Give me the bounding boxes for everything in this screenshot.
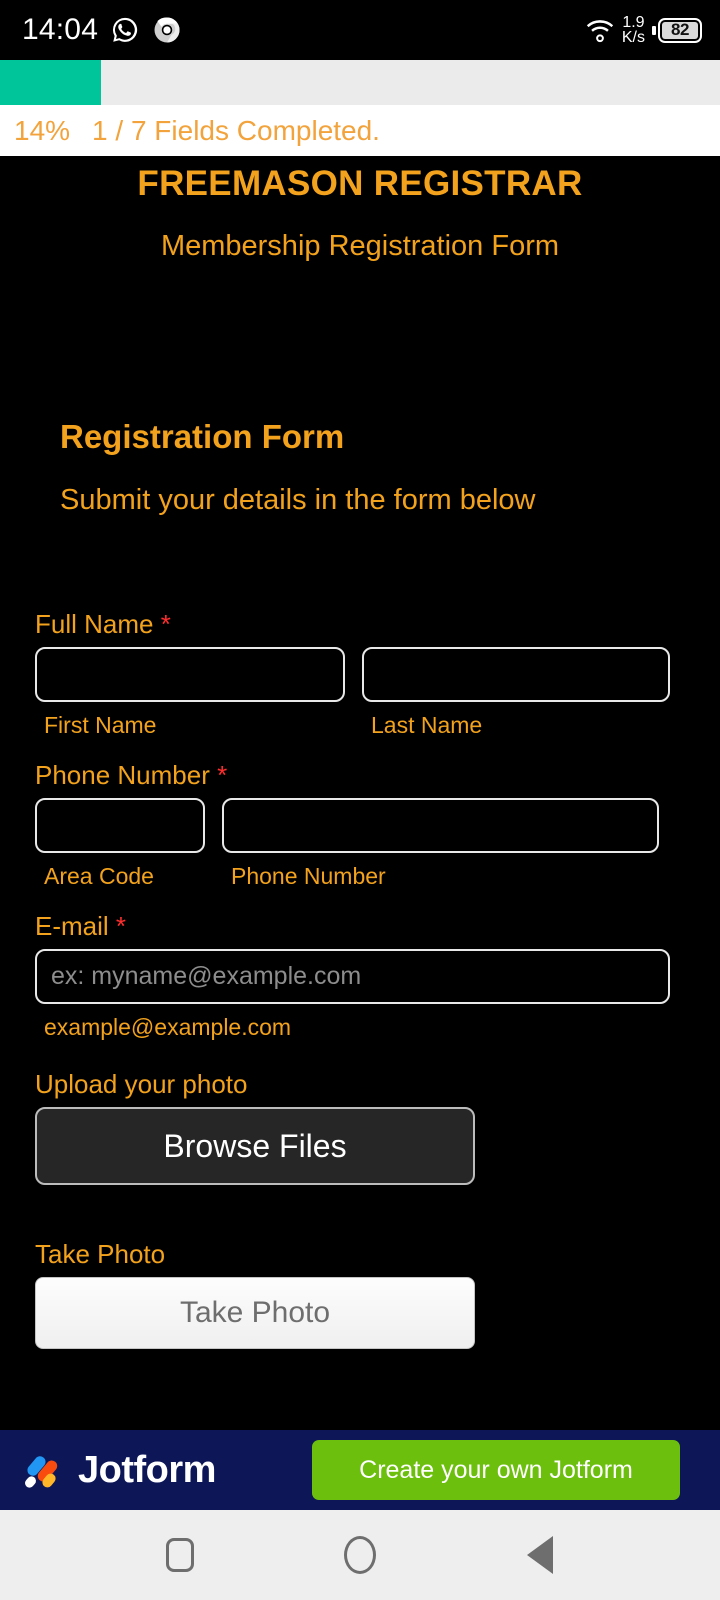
last-name-col: Last Name (362, 647, 670, 739)
phone-number-label: Phone Number * (35, 760, 685, 791)
area-code-col: Area Code (35, 798, 205, 890)
progress-fields-completed: 1 / 7 Fields Completed. (92, 114, 380, 146)
take-photo-button[interactable]: Take Photo (35, 1277, 475, 1349)
org-title: FREEMASON REGISTRAR (137, 164, 583, 203)
field-email: E-mail * example@example.com (35, 911, 685, 1041)
upload-photo-label: Upload your photo (35, 1069, 248, 1099)
progress-text-row: 14% 1 / 7 Fields Completed. (0, 105, 720, 156)
android-nav-bar (0, 1510, 720, 1600)
battery-body: 82 (658, 17, 702, 43)
phone-number-input[interactable] (222, 798, 659, 853)
phone-number-sublabel: Phone Number (231, 863, 386, 889)
network-speed: 1.9 K/s (621, 14, 645, 46)
jotform-footer: Jotform Create your own Jotform (0, 1430, 720, 1510)
email-col: example@example.com (35, 949, 670, 1041)
email-input[interactable] (35, 949, 670, 1004)
field-full-name: Full Name * First Name Last Name (35, 609, 685, 739)
required-asterisk: * (217, 760, 228, 790)
network-speed-value: 1.9 (622, 14, 645, 31)
back-triangle-icon[interactable] (510, 1525, 570, 1585)
area-code-sublabel: Area Code (44, 863, 154, 889)
network-speed-unit: K/s (621, 29, 645, 46)
jotform-brand[interactable]: Jotform (22, 1449, 216, 1492)
battery-indicator: 82 (652, 17, 702, 43)
form-content: FREEMASON REGISTRAR Membership Registrat… (0, 156, 720, 1430)
progress-track (0, 60, 720, 105)
required-asterisk: * (115, 911, 127, 941)
field-take-photo: Take Photo Take Photo (35, 1239, 685, 1349)
wifi-icon (585, 16, 615, 44)
jotform-logo-icon (22, 1449, 64, 1491)
browse-files-button[interactable]: Browse Files (35, 1107, 475, 1185)
full-name-label: Full Name * (35, 609, 685, 640)
take-photo-label: Take Photo (35, 1239, 166, 1269)
email-label: E-mail * (35, 911, 685, 942)
first-name-input[interactable] (35, 647, 345, 702)
area-code-input[interactable] (35, 798, 205, 853)
phone-number-label-text: Phone Number (35, 760, 210, 790)
phone-number-col: Phone Number (222, 798, 659, 890)
battery-nub (652, 25, 656, 35)
status-bar-left: 14:04 (22, 13, 182, 47)
progress-fill (0, 60, 101, 105)
first-name-col: First Name (35, 647, 345, 739)
battery-level: 82 (662, 20, 698, 39)
chrome-icon (152, 15, 182, 45)
last-name-input[interactable] (362, 647, 670, 702)
phone-screen: 14:04 1.9 K/s 82 14% 1 / 7 Fields Comple… (0, 0, 720, 1600)
whatsapp-icon (110, 15, 140, 45)
phone-row: Area Code Phone Number (35, 798, 685, 890)
email-label-text: E-mail (35, 911, 109, 941)
fields-container: Full Name * First Name Last Name Phone N… (0, 609, 720, 1349)
status-bar: 14:04 1.9 K/s 82 (0, 0, 720, 60)
full-name-row: First Name Last Name (35, 647, 685, 739)
create-your-own-jotform-button[interactable]: Create your own Jotform (312, 1440, 680, 1500)
field-upload-photo: Upload your photo Browse Files (35, 1069, 685, 1185)
form-progress: 14% 1 / 7 Fields Completed. (0, 60, 720, 156)
recents-square-icon[interactable] (150, 1525, 210, 1585)
status-bar-right: 1.9 K/s 82 (585, 14, 702, 46)
org-subtitle: Membership Registration Form (160, 230, 560, 262)
email-sublabel: example@example.com (44, 1014, 292, 1040)
section-subtitle: Submit your details in the form below (60, 484, 536, 516)
field-phone-number: Phone Number * Area Code Phone Number (35, 760, 685, 890)
progress-percent: 14% (14, 114, 71, 146)
home-circle-icon[interactable] (330, 1525, 390, 1585)
status-time: 14:04 (22, 13, 99, 46)
first-name-sublabel: First Name (44, 712, 157, 738)
required-asterisk: * (160, 609, 171, 639)
section-title: Registration Form (60, 418, 345, 455)
last-name-sublabel: Last Name (371, 712, 483, 738)
full-name-label-text: Full Name (35, 609, 154, 639)
jotform-wordmark: Jotform (78, 1448, 216, 1491)
